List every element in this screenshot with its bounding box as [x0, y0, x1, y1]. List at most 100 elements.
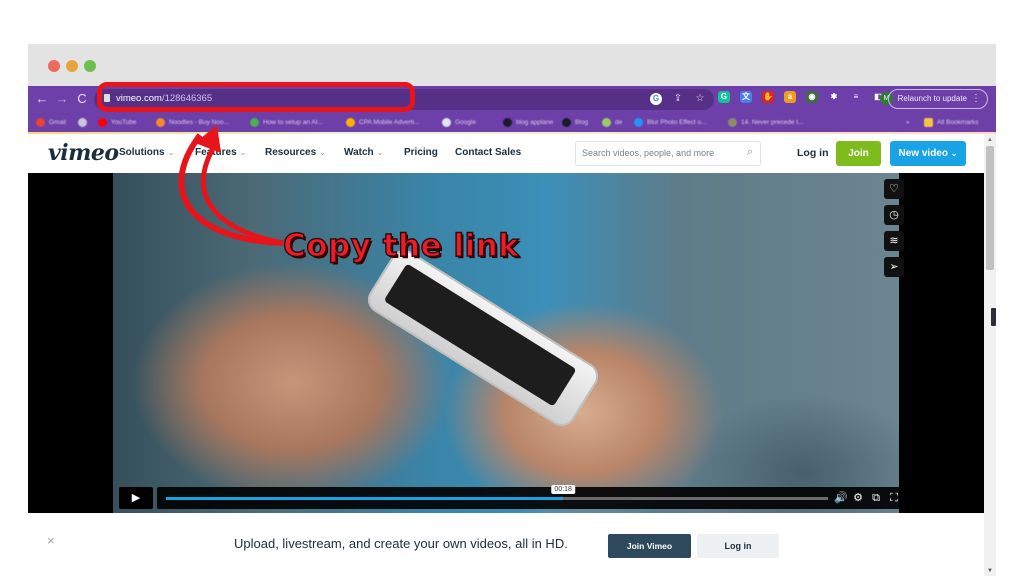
bookmark-label: 14. Never precede t... — [741, 118, 804, 126]
reload-icon[interactable]: C — [74, 90, 90, 108]
back-arrow-icon[interactable]: ← — [34, 90, 50, 108]
ext-generic-icon[interactable]: ◉ — [806, 91, 818, 103]
bookmark-star-icon[interactable]: ☆ — [694, 92, 706, 106]
settings-gear-icon[interactable]: ⚙ — [852, 490, 864, 506]
phone-screen — [383, 263, 577, 407]
nav-contact-sales[interactable]: Contact Sales — [455, 147, 521, 158]
relaunch-label: Relaunch to update — [897, 94, 967, 103]
extensions-puzzle-icon[interactable]: ✱ — [828, 91, 840, 103]
translate-extension-icon[interactable]: 文 — [740, 91, 752, 103]
scroll-up-arrow-icon[interactable]: ▲ — [987, 137, 993, 143]
fullscreen-icon[interactable]: ⛶ — [888, 490, 900, 506]
progress-bar[interactable]: 00:18 — [166, 485, 828, 500]
title-bar — [28, 44, 996, 86]
join-button[interactable]: Join — [836, 141, 881, 166]
bookmark-item[interactable] — [78, 116, 91, 128]
bookmark-item[interactable]: Blog — [562, 116, 588, 128]
bookmark-favicon — [346, 117, 355, 127]
grammarly-extension-icon[interactable]: G — [718, 91, 730, 103]
bookmark-label: blog applane — [516, 118, 554, 126]
amazon-extension-icon[interactable]: a — [784, 91, 796, 103]
new-video-button[interactable]: New video ⌄ — [890, 141, 966, 166]
close-banner-icon[interactable]: × — [47, 533, 55, 548]
bookmark-favicon — [602, 117, 611, 127]
bookmark-item[interactable]: blog applane — [503, 116, 553, 128]
volume-icon[interactable]: 🔊 — [834, 490, 848, 506]
share-icon[interactable]: ⇪ — [672, 92, 684, 106]
adblock-extension-icon[interactable]: ✋ — [762, 91, 774, 103]
bookmark-favicon — [98, 117, 107, 127]
chevron-down-icon: ⌄ — [319, 148, 326, 157]
bookmark-favicon — [503, 117, 512, 127]
control-bar: 00:18 🔊 ⚙ ⧉ ⛶ — [157, 485, 904, 509]
folder-icon — [924, 117, 933, 127]
progress-played — [166, 497, 564, 500]
bookmark-favicon — [728, 117, 737, 127]
join-vimeo-button[interactable]: Join Vimeo — [608, 534, 691, 558]
relaunch-to-update-button[interactable]: Relaunch to update ⋮ — [887, 89, 988, 109]
player-side-actions: ♡ ◷ ≋ ➢ — [884, 179, 904, 277]
new-video-label: New video — [898, 148, 948, 159]
nav-watch[interactable]: Watch ⌄ — [344, 147, 383, 158]
copy-link-annotation: Copy the link — [282, 227, 520, 264]
bookmark-item[interactable]: CPA Mobile Adverti... — [346, 116, 420, 128]
google-lens-icon[interactable]: G — [650, 93, 662, 105]
bookmark-item[interactable]: Blur Photo Effect o... — [634, 116, 707, 128]
all-bookmarks-folder[interactable]: All Bookmarks — [924, 116, 979, 128]
kebab-menu-icon[interactable]: ⋮ — [971, 90, 981, 108]
search-placeholder: Search videos, people, and more — [582, 148, 715, 158]
collections-layers-icon[interactable]: ≋ — [884, 231, 904, 251]
scroll-down-arrow-icon[interactable]: ▼ — [987, 568, 993, 574]
bookmark-label: YouTube — [111, 118, 137, 126]
play-button[interactable]: ▶ — [119, 487, 153, 509]
url-highlight-annotation — [97, 82, 415, 112]
search-input[interactable]: Search videos, people, and more ⌕ — [575, 141, 761, 166]
minimize-window-button[interactable] — [66, 60, 78, 72]
bookmark-favicon — [634, 117, 643, 127]
signup-banner: × Upload, livestream, and create your ow… — [28, 513, 984, 576]
omnibox-actions: G ⇪ ☆ — [650, 92, 706, 106]
nav-label: Watch — [344, 147, 374, 158]
extensions-area: G 文 ✋ a ◉ ✱ ≡ ◧ — [718, 91, 884, 103]
bookmark-favicon — [78, 117, 87, 127]
bookmark-label: Gmail — [49, 118, 66, 126]
bookmark-label: CPA Mobile Adverti... — [359, 118, 420, 126]
forward-arrow-icon[interactable]: → — [54, 90, 70, 108]
media-controls-icon[interactable]: ≡ — [850, 91, 862, 103]
bookmark-item[interactable]: YouTube — [98, 116, 137, 128]
all-bookmarks-label: All Bookmarks — [937, 118, 979, 126]
scrollbar-thumb[interactable] — [986, 146, 994, 270]
video-phone-graphic — [362, 244, 604, 432]
bookmark-item[interactable]: de — [602, 116, 622, 128]
login-link[interactable]: Log in — [797, 147, 829, 159]
banner-login-button[interactable]: Log in — [697, 534, 779, 558]
nav-pricing[interactable]: Pricing — [404, 147, 438, 158]
page-scrollbar[interactable]: ▲ ▼ — [984, 134, 996, 576]
screenshot-canvas: ← → C vimeo.com/128646365 G ⇪ ☆ G 文 ✋ a ◉ ✱ ≡ ◧… — [0, 0, 1024, 576]
banner-text: Upload, livestream, and create your own … — [234, 536, 568, 551]
close-window-button[interactable] — [48, 60, 60, 72]
bookmark-label: Blog — [575, 118, 589, 126]
bookmark-item[interactable]: Google — [442, 116, 476, 128]
bookmark-label: Blur Photo Effect o... — [647, 118, 707, 126]
chevron-down-icon: ⌄ — [376, 148, 384, 157]
picture-in-picture-icon[interactable]: ⧉ — [870, 490, 882, 506]
like-heart-icon[interactable]: ♡ — [884, 179, 904, 199]
vimeo-logo[interactable]: vimeo — [48, 140, 119, 166]
bookmark-item[interactable]: Gmail — [36, 116, 66, 128]
share-send-icon[interactable]: ➢ — [884, 257, 904, 277]
bookmark-favicon — [562, 117, 571, 127]
bookmark-favicon — [442, 117, 451, 127]
player-control-icons: 🔊 ⚙ ⧉ ⛶ — [834, 490, 900, 506]
maximize-window-button[interactable] — [84, 60, 96, 72]
bookmark-label: Google — [455, 118, 476, 126]
bookmark-favicon — [36, 117, 45, 127]
bookmarks-overflow-chevron[interactable]: » — [906, 116, 910, 128]
bookmark-item[interactable]: 14. Never precede t... — [728, 116, 804, 128]
player-controls: ▶ 00:18 🔊 ⚙ ⧉ ⛶ — [119, 485, 904, 509]
watch-later-clock-icon[interactable]: ◷ — [884, 205, 904, 225]
browser-window: ← → C vimeo.com/128646365 G ⇪ ☆ G 文 ✋ a ◉ ✱ ≡ ◧… — [28, 44, 996, 576]
edge-handle — [991, 308, 996, 326]
curved-arrow-annotation — [178, 125, 284, 246]
search-icon[interactable]: ⌕ — [747, 146, 753, 159]
